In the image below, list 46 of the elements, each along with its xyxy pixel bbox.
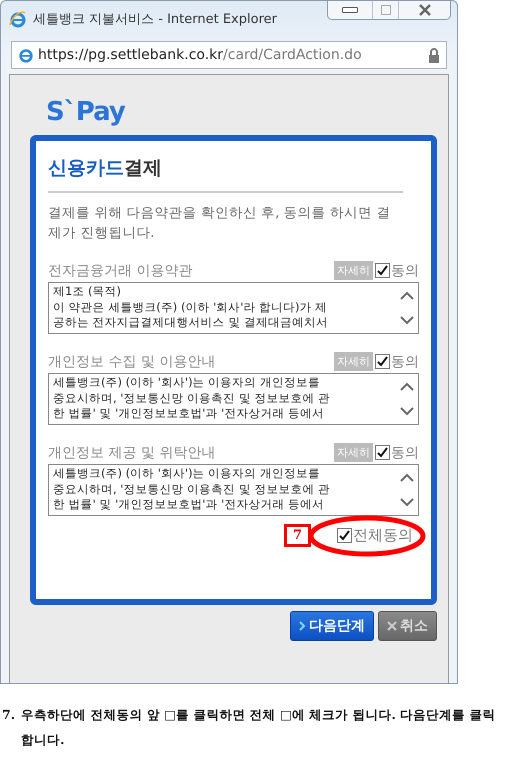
agree-all-label: 전체동의: [353, 526, 413, 545]
maximize-icon: [380, 5, 390, 15]
checkbox[interactable]: [375, 263, 390, 278]
checkbox[interactable]: [375, 445, 390, 460]
checkbox[interactable]: [337, 528, 352, 543]
browser-logo-icon: [9, 10, 27, 28]
check-icon: [377, 265, 388, 276]
card-title: 신용카드결제: [48, 155, 403, 193]
check-icon: [377, 356, 388, 367]
checkbox[interactable]: [375, 354, 390, 369]
lock-icon: [428, 48, 440, 62]
terms-title: 전자금융거래 이용약관: [48, 262, 194, 280]
step-marker: 7: [284, 524, 311, 547]
close-icon: [387, 621, 397, 631]
caption-text: 우측하단에 전체동의 앞 □를 클릭하면 전체 □에 체크가 됩니다. 다음단계를 클릭합니다.: [21, 706, 497, 749]
agree-label: 동의: [391, 352, 419, 370]
window-title: 세틀뱅크 지불서비스 - Internet Explorer: [33, 11, 278, 28]
terms-title: 개인정보 제공 및 위탁안내: [48, 444, 216, 462]
scroll-up-icon[interactable]: [400, 473, 414, 482]
browser-logo-icon: [18, 47, 34, 63]
scroll-down-icon[interactable]: [400, 407, 414, 416]
next-button[interactable]: 다음단계: [290, 611, 374, 641]
agree-label: 동의: [391, 444, 419, 462]
terms-box[interactable]: 세틀뱅크(주) (이하 '회사')는 이용자의 개인정보를 중요시하며, '정보통신망 이용촉진 및 정보보호에 관 한 법률' 및 '개인정보보호법'과 '전자상거래 등에서: [48, 373, 419, 425]
terms-text: 제1조 (목적) 이 약관은 세틀뱅크(주) (이하 '회사'라 합니다)가 제 공하는 전자지급결제대행서비스 및 결제대금예치서: [52, 283, 329, 331]
agree-label: 동의: [391, 262, 419, 280]
check-icon: [339, 530, 350, 541]
logo: S`Pay: [46, 97, 126, 127]
terms-box[interactable]: 세틀뱅크(주) (이하 '회사')는 이용자의 개인정보를 중요시하며, '정보통신망 이용촉진 및 정보보호에 관 한 법률' 및 '개인정보보호법'과 '전자상거래 등에서: [48, 464, 419, 516]
url-text: https://pg.settlebank.co.kr/card/CardAction.do: [38, 47, 363, 63]
terms-text: 세틀뱅크(주) (이하 '회사')는 이용자의 개인정보를 중요시하며, '정보통신망 이용촉진 및 정보보호에 관 한 법률' 및 '개인정보보호법'과 '전자상거래 등에서: [52, 465, 332, 513]
minimize-icon: [342, 7, 358, 13]
chevron-icon: [299, 621, 306, 631]
close-icon: [418, 4, 432, 16]
terms-box[interactable]: 제1조 (목적) 이 약관은 세틀뱅크(주) (이하 '회사'라 합니다)가 제 공하는 전자지급결제대행서비스 및 결제대금예치서: [48, 282, 419, 334]
step-number: 7.: [2, 706, 16, 724]
check-icon: [377, 447, 388, 458]
cancel-button[interactable]: 취소: [378, 611, 437, 641]
intro-text: 결제를 위해 다음약관을 확인하신 후, 동의를 하시면 결제가 진행됩니다.: [48, 204, 392, 243]
scroll-down-icon[interactable]: [400, 498, 414, 507]
terms-title: 개인정보 수집 및 이용안내: [48, 352, 216, 370]
scroll-up-icon[interactable]: [400, 291, 414, 300]
terms-text: 세틀뱅크(주) (이하 '회사')는 이용자의 개인정보를 중요시하며, '정보통신망 이용촉진 및 정보보호에 관 한 법률' 및 '개인정보보호법'과 '전자상거래 등에서: [52, 374, 332, 422]
scroll-down-icon[interactable]: [400, 316, 414, 325]
scroll-up-icon[interactable]: [400, 382, 414, 391]
address-bar[interactable]: https://pg.settlebank.co.kr/card/CardAction.do: [11, 41, 447, 69]
